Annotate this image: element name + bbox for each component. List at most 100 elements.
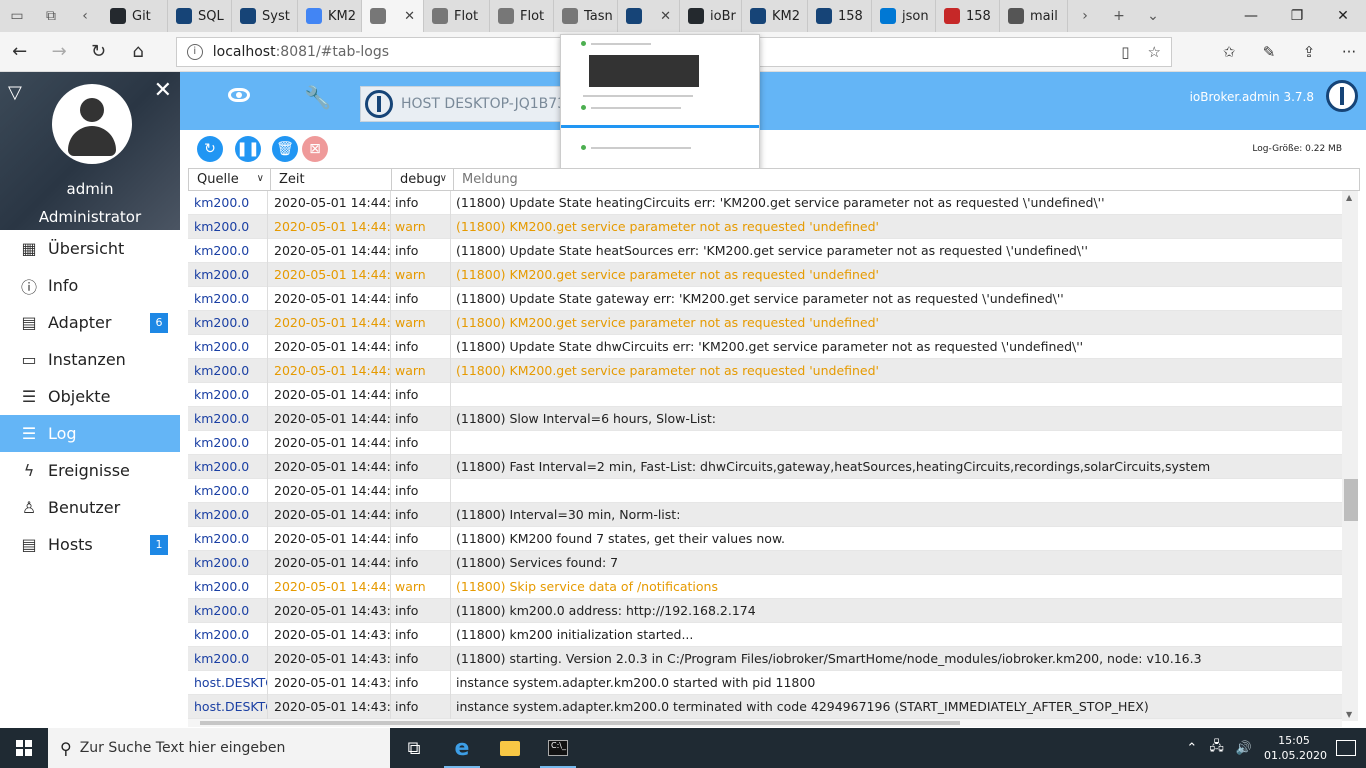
scroll-down-icon[interactable]: ▼ bbox=[1346, 710, 1352, 719]
table-row: km200.02020-05-01 14:44:23info bbox=[188, 478, 1342, 503]
sidebar-item-log[interactable]: ☰ Log bbox=[0, 415, 180, 452]
back-icon[interactable]: ← bbox=[0, 32, 39, 72]
cmd-taskbar-icon[interactable]: C:\_ bbox=[534, 728, 582, 768]
message-filter-input[interactable] bbox=[454, 169, 1359, 190]
table-row: km200.02020-05-01 14:43:57info (11800) km… bbox=[188, 598, 1342, 623]
sidebar-item-benutzer[interactable]: ♙ Benutzer bbox=[0, 489, 180, 526]
menu-lines-icon: ☰ bbox=[21, 424, 37, 443]
message-cell: (11800) Skip service data of /notificati… bbox=[456, 578, 718, 594]
tab-aside-icon[interactable]: ⧉ bbox=[34, 0, 68, 32]
severity-cell: warn bbox=[391, 262, 451, 287]
browser-tab[interactable]: 158 bbox=[808, 0, 872, 32]
notifications-icon[interactable] bbox=[1336, 740, 1356, 756]
favorite-star-icon[interactable]: ☆ bbox=[1148, 43, 1161, 61]
sidebar-item-adapter[interactable]: ▤ Adapter 6 bbox=[0, 304, 180, 341]
severity-filter[interactable]: debug ∨ bbox=[392, 169, 454, 190]
tray-chevron-icon[interactable]: ⌃ bbox=[1186, 741, 1197, 756]
taskbar-search[interactable]: ⚲ Zur Suche Text hier eingeben bbox=[48, 728, 390, 768]
clock[interactable]: 15:05 01.05.2020 bbox=[1264, 733, 1327, 763]
user-profile: ▽ ✕ admin Administrator bbox=[0, 72, 180, 230]
source-cell: km200.0 bbox=[188, 286, 268, 311]
close-window-icon[interactable]: ✕ bbox=[1320, 8, 1366, 24]
browser-tab[interactable]: mail bbox=[1000, 0, 1068, 32]
minimize-icon[interactable]: — bbox=[1228, 8, 1274, 24]
scroll-thumb[interactable] bbox=[1344, 479, 1358, 521]
task-view-icon[interactable]: ⧉ bbox=[390, 728, 438, 768]
app-logo-icon[interactable]: ▽ bbox=[8, 82, 22, 103]
new-tab-icon[interactable]: + bbox=[1102, 0, 1136, 32]
sidebar-menu: ▦ Übersicht ⓘ Info ▤ Adapter 6 ▭ Instanzen ☰ Objek… bbox=[0, 230, 180, 563]
sidebar-item-info[interactable]: ⓘ Info bbox=[0, 267, 180, 304]
clear-log-button[interactable]: 🗑 bbox=[272, 136, 298, 162]
restore-icon[interactable]: ❐ bbox=[1274, 8, 1320, 24]
explorer-taskbar-icon[interactable] bbox=[486, 728, 534, 768]
sidebar-item-objekte[interactable]: ☰ Objekte bbox=[0, 378, 180, 415]
browser-tab[interactable]: Flot bbox=[490, 0, 554, 32]
sidebar-item-übersicht[interactable]: ▦ Übersicht bbox=[0, 230, 180, 267]
pen-icon[interactable]: ✎ bbox=[1252, 43, 1286, 61]
refresh-icon[interactable]: ↻ bbox=[79, 32, 118, 72]
edge-taskbar-icon[interactable]: e bbox=[438, 728, 486, 768]
source-cell: km200.0 bbox=[188, 526, 268, 551]
favorites-icon[interactable]: ✩ bbox=[1212, 43, 1246, 61]
browser-tab[interactable]: ✕ bbox=[618, 0, 680, 32]
eye-icon[interactable] bbox=[228, 88, 250, 102]
severity-cell: info bbox=[391, 191, 451, 215]
browser-tab[interactable]: ✕ bbox=[362, 0, 424, 32]
browser-tab[interactable]: Tasn bbox=[554, 0, 618, 32]
share-icon[interactable]: ⇪ bbox=[1292, 43, 1326, 61]
delete-log-button[interactable]: ⊠ bbox=[302, 136, 328, 162]
severity-cell: warn bbox=[391, 214, 451, 239]
tab-label: Git bbox=[132, 8, 151, 24]
browser-tab[interactable]: SQL bbox=[168, 0, 232, 32]
source-cell: km200.0 bbox=[188, 238, 268, 263]
tab-label: SQL bbox=[198, 8, 224, 24]
browser-tab[interactable]: KM2 bbox=[742, 0, 808, 32]
tab-actions-icon[interactable]: ▭ bbox=[0, 0, 34, 32]
horizontal-scrollbar[interactable] bbox=[188, 719, 1342, 727]
source-cell: km200.0 bbox=[188, 358, 268, 383]
message-cell: (11800) Update State gateway err: 'KM200… bbox=[456, 290, 1064, 306]
forward-icon[interactable]: → bbox=[39, 32, 78, 72]
scroll-up-icon[interactable]: ▲ bbox=[1346, 193, 1352, 202]
sidebar-item-ereignisse[interactable]: ϟ Ereignisse bbox=[0, 452, 180, 489]
hscroll-thumb[interactable] bbox=[200, 721, 960, 725]
site-info-icon[interactable]: i bbox=[186, 43, 203, 60]
tab-list-chevron-icon[interactable]: ⌄ bbox=[1136, 0, 1170, 32]
sidebar-item-instanzen[interactable]: ▭ Instanzen bbox=[0, 341, 180, 378]
sidebar-item-hosts[interactable]: ▤ Hosts 1 bbox=[0, 526, 180, 563]
volume-icon[interactable]: 🔊 bbox=[1236, 741, 1252, 756]
browser-tab[interactable]: Syst bbox=[232, 0, 298, 32]
reading-view-icon[interactable]: ▯ bbox=[1121, 43, 1129, 61]
message-cell: (11800) Interval=30 min, Norm-list: bbox=[456, 506, 681, 522]
network-icon[interactable]: 🖧 bbox=[1209, 737, 1224, 759]
browser-tab[interactable]: Git bbox=[102, 0, 168, 32]
browser-tab[interactable]: ioBr bbox=[680, 0, 742, 32]
list-icon: ☰ bbox=[21, 387, 37, 406]
time-cell: 2020-05-01 14:44:23 bbox=[268, 262, 391, 287]
close-sidebar-icon[interactable]: ✕ bbox=[154, 78, 172, 103]
time-cell: 2020-05-01 14:44:23 bbox=[268, 574, 391, 599]
browser-tab[interactable]: 158 bbox=[936, 0, 1000, 32]
start-button[interactable] bbox=[0, 728, 48, 768]
browser-tab[interactable]: json bbox=[872, 0, 936, 32]
time-cell: 2020-05-01 14:44:23 bbox=[268, 286, 391, 311]
vertical-scrollbar[interactable]: ▲ ▼ bbox=[1342, 191, 1358, 721]
close-tab-icon[interactable]: ✕ bbox=[396, 9, 415, 24]
tabs-scroll-left-icon[interactable]: ‹ bbox=[68, 0, 102, 32]
browser-tab[interactable]: KM2 bbox=[298, 0, 362, 32]
pause-button[interactable]: ❚❚ bbox=[235, 136, 261, 162]
source-filter[interactable]: Quelle ∨ bbox=[189, 169, 271, 190]
wrench-icon[interactable]: 🔧 bbox=[304, 86, 331, 111]
tabs-scroll-right-icon[interactable]: › bbox=[1068, 0, 1102, 32]
trash-x-icon: ⊠ bbox=[309, 141, 321, 157]
refresh-log-button[interactable]: ↻ bbox=[197, 136, 223, 162]
time-column-header: Zeit bbox=[271, 169, 392, 190]
severity-cell: warn bbox=[391, 358, 451, 383]
more-icon[interactable]: ··· bbox=[1332, 43, 1366, 61]
browser-tab[interactable]: Flot bbox=[424, 0, 490, 32]
source-cell: km200.0 bbox=[188, 191, 268, 215]
close-tab-icon[interactable]: ✕ bbox=[652, 9, 671, 24]
time-cell: 2020-05-01 14:43:54 bbox=[268, 694, 391, 719]
home-icon[interactable]: ⌂ bbox=[118, 32, 157, 72]
